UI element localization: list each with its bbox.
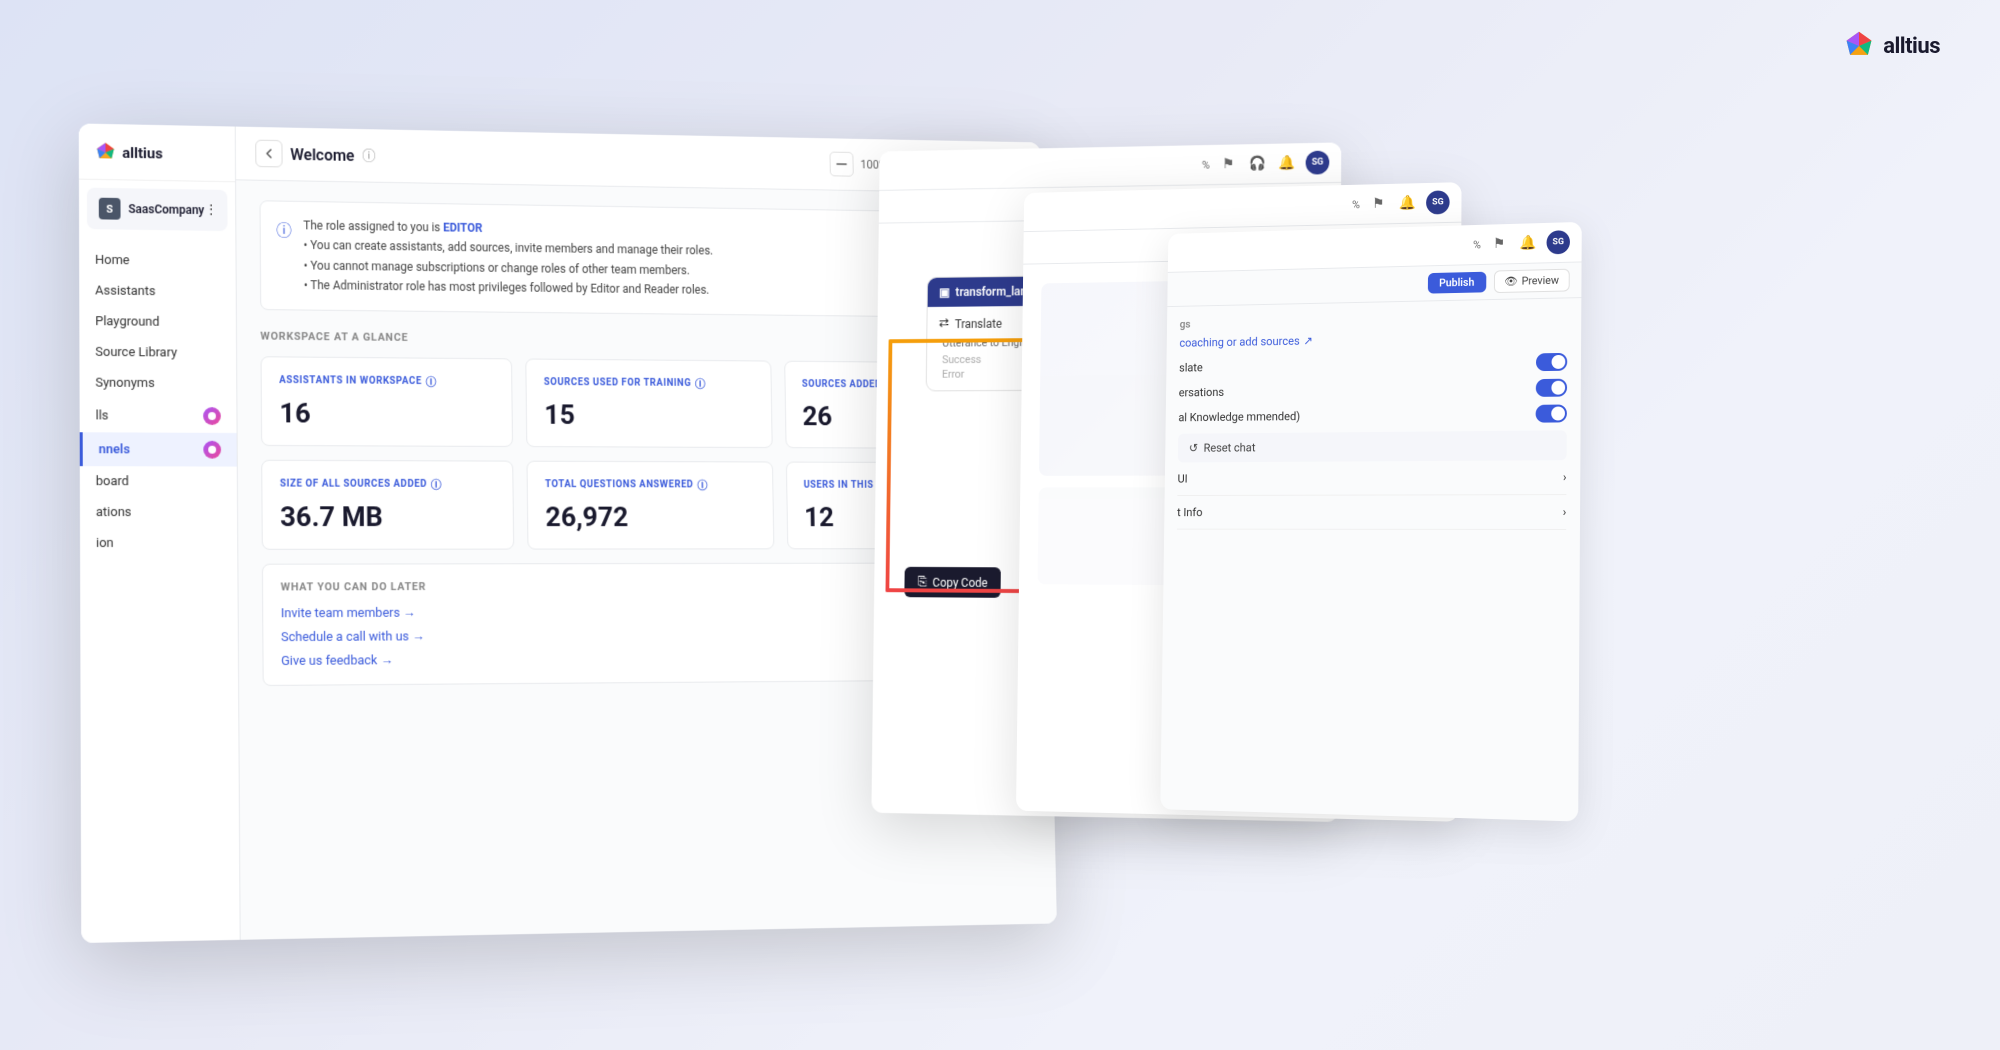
- win3-bell-icon: 🔔: [1397, 195, 1419, 211]
- win2-user-avatar: SG: [1306, 151, 1330, 175]
- right-panel-label: gs: [1180, 310, 1568, 330]
- right-panel: gs coaching or add sources ↗ slate ersat…: [1164, 298, 1581, 542]
- zoom-out-button[interactable]: [829, 152, 853, 177]
- reset-icon: ↺: [1189, 441, 1198, 454]
- sidebar-logo-icon: [95, 141, 117, 163]
- chevron-right-icon: ›: [1563, 470, 1567, 484]
- stat-assistants-value: 16: [279, 396, 495, 430]
- sidebar-item-channels[interactable]: nnels: [80, 432, 237, 466]
- stat-questions: TOTAL QUESTIONS ANSWERED ⓘ 26,972: [527, 460, 774, 549]
- win3-user-avatar: SG: [1426, 190, 1450, 214]
- stat-questions-value: 26,972: [545, 500, 756, 532]
- company-avatar: S: [99, 198, 121, 220]
- win3-zoom: %: [1352, 198, 1360, 211]
- sidebar-logo: alltius: [79, 123, 235, 182]
- win2-zoom: %: [1202, 158, 1210, 171]
- stat-info-icon-1: ⓘ: [426, 374, 437, 390]
- stat-info-icon-5: ⓘ: [697, 477, 708, 493]
- win4-publish-button[interactable]: Publish: [1428, 272, 1486, 294]
- win3-flag-icon: ⚑: [1368, 196, 1389, 212]
- sidebar-item-synonyms[interactable]: Synonyms: [80, 368, 237, 400]
- company-name: SaasCompany: [128, 202, 204, 217]
- stat-info-icon-2: ⓘ: [695, 376, 706, 391]
- role-info-text: The role assigned to you is EDITOR • You…: [303, 216, 714, 300]
- panel-row-info[interactable]: t Info ›: [1177, 495, 1566, 530]
- page-title: Welcome: [290, 145, 354, 165]
- panel-row-ui[interactable]: UI ›: [1177, 460, 1566, 496]
- toggle-conversations: ersations: [1179, 379, 1567, 402]
- flow-border-left: [885, 339, 892, 592]
- chevron-right-icon-2: ›: [1563, 505, 1567, 519]
- win2-headset-icon: 🎧: [1247, 156, 1269, 172]
- external-link-icon: ↗: [1303, 334, 1313, 348]
- win4-bell-icon: 🔔: [1517, 235, 1538, 251]
- toggle-slate-switch[interactable]: [1536, 353, 1567, 371]
- sidebar-item-source-library[interactable]: Source Library: [79, 337, 236, 369]
- stat-sources-training: SOURCES USED FOR TRAINING ⓘ 15: [526, 358, 773, 448]
- bg-window-4: % ⚑ 🔔 SG Publish 👁 Preview gs coaching o…: [1160, 222, 1582, 822]
- sidebar-item-ion[interactable]: ion: [80, 528, 237, 559]
- lls-badge: [203, 407, 221, 425]
- channels-badge: [203, 441, 221, 459]
- reset-chat-button[interactable]: ↺ Reset chat: [1178, 430, 1567, 462]
- toggle-knowledge-label: al Knowledge mmended): [1178, 409, 1300, 424]
- top-logo: alltius: [1843, 30, 1940, 62]
- copy-icon: ⎘: [918, 575, 927, 590]
- toggle-knowledge-switch[interactable]: [1536, 404, 1567, 422]
- company-menu-icon[interactable]: ⋮: [204, 202, 218, 218]
- nav-menu: Home Assistants Playground Source Librar…: [79, 237, 240, 943]
- window-icon: ▣: [939, 285, 950, 299]
- stat-size-value: 36.7 MB: [280, 500, 496, 533]
- toggle-conversations-switch[interactable]: [1536, 379, 1567, 397]
- toggle-knowledge: al Knowledge mmended): [1178, 404, 1567, 426]
- sidebar-item-ations[interactable]: ations: [80, 497, 237, 528]
- sidebar-item-playground[interactable]: Playground: [79, 306, 236, 338]
- toggle-slate: slate: [1179, 353, 1567, 377]
- eye-icon: 👁: [1504, 275, 1518, 288]
- sidebar-item-board[interactable]: board: [80, 466, 237, 497]
- sidebar: alltius S SaasCompany ⋮ Home Assistants …: [79, 123, 241, 943]
- header-info-icon: ⓘ: [362, 146, 376, 166]
- toggle-conversations-label: ersations: [1179, 385, 1224, 399]
- stat-assistants: ASSISTANTS IN WORKSPACE ⓘ 16: [261, 356, 514, 447]
- top-logo-text: alltius: [1883, 34, 1940, 59]
- info-icon: ⓘ: [276, 217, 292, 295]
- win2-bell-icon: 🔔: [1276, 155, 1298, 171]
- sidebar-logo-text: alltius: [122, 144, 162, 162]
- stat-sources-training-value: 15: [544, 398, 754, 431]
- logo-icon: [1843, 30, 1875, 62]
- copy-code-button[interactable]: ⎘ Copy Code: [904, 567, 1001, 598]
- toggle-slate-label: slate: [1179, 361, 1203, 375]
- win4-preview-button[interactable]: 👁 Preview: [1493, 269, 1569, 293]
- sidebar-item-lls[interactable]: lls: [80, 398, 237, 433]
- stat-info-icon-4: ⓘ: [431, 477, 442, 493]
- win4-flag-icon: ⚑: [1488, 236, 1509, 252]
- win4-zoom: %: [1473, 238, 1481, 251]
- company-selector[interactable]: S SaasCompany ⋮: [87, 188, 228, 231]
- coaching-link[interactable]: coaching or add sources ↗: [1179, 329, 1567, 350]
- stat-size: SIZE OF ALL SOURCES ADDED ⓘ 36.7 MB: [261, 459, 514, 549]
- win2-flag-icon: ⚑: [1217, 156, 1239, 172]
- sidebar-item-assistants[interactable]: Assistants: [79, 275, 236, 307]
- back-button[interactable]: [255, 140, 282, 168]
- sidebar-item-home[interactable]: Home: [79, 245, 236, 278]
- win4-user-avatar: SG: [1546, 230, 1570, 254]
